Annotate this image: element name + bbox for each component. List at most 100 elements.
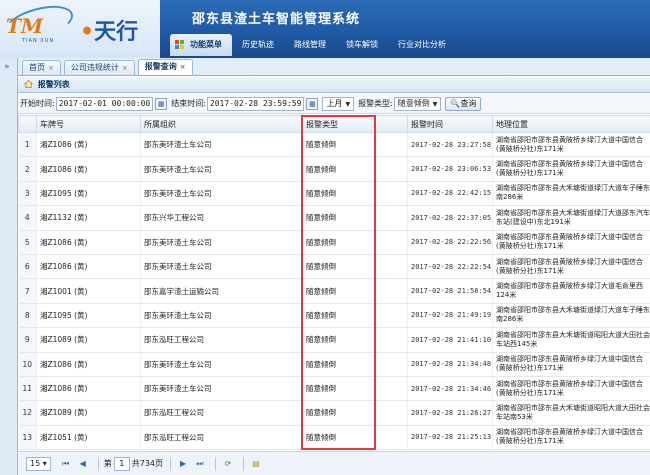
search-icon: 🔍 xyxy=(450,98,461,108)
alarm-type-select[interactable]: 随意倾倒 ▼ xyxy=(393,96,442,111)
table-row[interactable]: 9 湘Z1089 (黄) 邵东泓旺工程公司 随意倾倒 2017-02-28 21:41:… xyxy=(18,327,650,353)
date-range-select[interactable]: 上月 ▼ xyxy=(322,96,355,111)
row-index: 9 xyxy=(18,327,37,353)
column-header-location[interactable]: 地理位置 xyxy=(492,115,650,133)
table-row[interactable]: 11 湘Z1086 (黄) 邵东美环渣土车公司 随意倾倒 2017-02-28 21:3… xyxy=(18,376,650,402)
close-icon[interactable]: × xyxy=(180,63,186,71)
alarm-time-cell: 2017-02-28 23:27:58 xyxy=(407,132,493,158)
row-index: 10 xyxy=(18,352,37,377)
column-header-organization[interactable]: 所属组织 xyxy=(140,115,303,133)
location-cell: 湖南省邵阳市邵东县黄陂桥乡绿汀大道中国信合(黄陂桥分社)东171米 xyxy=(492,132,650,158)
column-header-index xyxy=(18,115,37,133)
table-row[interactable]: 10 湘Z1086 (黄) 邵东美环渣土车公司 随意倾倒 2017-02-28 21:3… xyxy=(18,352,650,377)
menu-item-history-track[interactable]: 历史轨迹 xyxy=(232,34,284,56)
start-time-input[interactable]: 2017-02-01 00:00:00 xyxy=(55,96,154,111)
calendar-icon[interactable]: ▦ xyxy=(155,97,168,110)
next-page-icon[interactable]: ▶ xyxy=(176,457,190,471)
menu-item-lock-unlock[interactable]: 锁车解锁 xyxy=(336,34,388,56)
table-row[interactable]: 13 湘Z1051 (黄) 邵东泓旺工程公司 随意倾倒 2017-02-28 21:25… xyxy=(18,425,650,450)
table-row[interactable]: 2 湘Z1086 (黄) 邵东美环渣土车公司 随意倾倒 2017-02-28 23:06… xyxy=(18,156,650,182)
first-page-icon[interactable]: ⏮ xyxy=(59,457,73,471)
prev-page-icon[interactable]: ◀ xyxy=(76,457,90,471)
table-row[interactable]: 6 湘Z1086 (黄) 邵东美环渣土车公司 随意倾倒 2017-02-28 22:22… xyxy=(18,254,650,280)
page-size-select[interactable]: 15 ▾ xyxy=(26,456,51,471)
row-index: 5 xyxy=(18,230,37,255)
table-row[interactable]: 5 湘Z1086 (黄) 邵东美环渣土车公司 随意倾倒 2017-02-28 22:22… xyxy=(18,230,650,255)
menu-item-industry-analysis[interactable]: 行业对比分析 xyxy=(388,34,456,56)
plate-cell: 湘Z1086 (黄) xyxy=(36,352,141,377)
organization-cell: 邵东泓旺工程公司 xyxy=(140,327,303,353)
row-index: 4 xyxy=(18,205,37,231)
alarm-time-cell: 2017-02-28 21:26:27 xyxy=(407,400,493,426)
menu-item-function[interactable]: 功能菜单 xyxy=(170,34,232,56)
location-cell: 湖南省邵阳市邵东县黄陂桥乡绿汀大道中国信合(黄陂桥分社)东171米 xyxy=(492,230,650,255)
logo-brand-dot: • xyxy=(80,19,95,45)
alarm-type-label: 报警类型: xyxy=(358,99,393,108)
organization-cell: 邵东嘉宇渣土运输公司 xyxy=(140,278,303,304)
location-cell: 湖南省邵阳市邵东县黄陂桥乡绿汀大道毛俞里西124米 xyxy=(492,278,650,304)
alarm-time-cell: 2017-02-28 22:22:56 xyxy=(407,230,493,255)
organization-cell: 邵东美环渣土车公司 xyxy=(140,352,303,377)
table-row[interactable]: 1 湘Z1086 (黄) 邵东美环渣土车公司 随意倾倒 2017-02-28 23:27… xyxy=(18,132,650,158)
location-cell: 湖南省邵阳市邵东县黄陂桥乡绿汀大道中国信合(黄陂桥分社)东171米 xyxy=(492,352,650,377)
chevron-down-icon: ▼ xyxy=(345,100,351,108)
organization-cell: 邵东美环渣土车公司 xyxy=(140,376,303,402)
alarm-time-cell: 2017-02-28 22:42:15 xyxy=(407,181,493,207)
plate-cell: 湘Z1095 (黄) xyxy=(36,181,141,207)
windows-grid-icon xyxy=(175,40,185,50)
tab-label: 报警查询 xyxy=(144,62,177,71)
table-header-row: 车牌号 所属组织 报警类型 报警时间 地理位置 xyxy=(18,115,650,133)
table-row[interactable]: 4 湘Z1132 (黄) 邵东兴华工程公司 随意倾倒 2017-02-28 22:37:… xyxy=(18,205,650,231)
row-index: 2 xyxy=(18,156,37,182)
date-range-value: 上月 xyxy=(326,98,343,108)
alarm-time-cell: 2017-02-28 22:22:54 xyxy=(407,254,493,280)
alarm-type-cell: 随意倾倒 xyxy=(302,327,408,353)
query-button[interactable]: 🔍查询 xyxy=(445,96,482,111)
table-row[interactable]: 7 湘Z1001 (黄) 邵东嘉宇渣土运输公司 随意倾倒 2017-02-28 21:5… xyxy=(18,278,650,304)
last-page-icon[interactable]: ⏭ xyxy=(193,457,207,471)
pager-separator xyxy=(243,456,245,471)
close-icon[interactable]: × xyxy=(122,64,128,72)
location-cell: 湖南省邵阳市邵东县黄陂桥乡绿汀大道中国信合(黄陂桥分社)东171米 xyxy=(492,425,650,450)
alarm-type-cell: 随意倾倒 xyxy=(302,132,408,158)
location-cell: 湖南省邵阳市邵东县大禾塘街道昭阳大道大田社会车站西145米 xyxy=(492,327,650,353)
column-header-alarm-type[interactable]: 报警类型 xyxy=(302,115,408,133)
expand-sidebar-icon[interactable]: » xyxy=(4,62,10,72)
calendar-icon[interactable]: ▦ xyxy=(306,97,319,110)
plate-cell: 湘Z1086 (黄) xyxy=(36,156,141,182)
alarm-table: 车牌号 所属组织 报警类型 报警时间 地理位置 1 湘Z1086 (黄) 邵东美环渣… xyxy=(18,115,650,450)
row-index: 8 xyxy=(18,303,37,329)
logo-brand-sub: TIAN XUN xyxy=(22,38,55,44)
refresh-icon[interactable]: ⟳ xyxy=(221,457,235,471)
page-number-input[interactable]: 1 xyxy=(113,456,130,471)
alarm-type-cell: 随意倾倒 xyxy=(302,278,408,304)
tab-home[interactable]: 首页 × xyxy=(22,60,61,75)
app-title: 邵东县渣土车智能管理系统 xyxy=(192,12,361,27)
close-icon[interactable]: × xyxy=(48,64,54,72)
logo-brand-right: •天行 xyxy=(80,14,138,46)
tab-label: 公司违规统计 xyxy=(70,63,119,72)
home-icon xyxy=(24,78,33,88)
pager-separator xyxy=(97,456,99,471)
tab-company-violation-stats[interactable]: 公司违规统计 × xyxy=(63,60,135,75)
alarm-type-cell: 随意倾倒 xyxy=(302,254,408,280)
alarm-time-cell: 2017-02-28 21:34:46 xyxy=(407,376,493,402)
menu-item-route-management[interactable]: 路线管理 xyxy=(284,34,336,56)
plate-cell: 湘Z1089 (黄) xyxy=(36,327,141,353)
sidebar-collapse-strip[interactable]: » xyxy=(0,58,18,475)
page-label: 第 xyxy=(103,459,112,468)
table-row[interactable]: 12 湘Z1089 (黄) 邵东泓旺工程公司 随意倾倒 2017-02-28 21:26… xyxy=(18,400,650,426)
table-row[interactable]: 3 湘Z1095 (黄) 邵东美环渣土车公司 随意倾倒 2017-02-28 22:42… xyxy=(18,181,650,207)
alarm-time-cell: 2017-02-28 23:06:53 xyxy=(407,156,493,182)
location-cell: 湖南省邵阳市邵东县大禾塘街道绿汀大道车子睡东南286米 xyxy=(492,181,650,207)
alarm-time-cell: 2017-02-28 21:58:54 xyxy=(407,278,493,304)
end-time-label: 结束时间: xyxy=(171,99,206,108)
alarm-time-cell: 2017-02-28 21:25:13 xyxy=(407,425,493,450)
tab-alarm-query[interactable]: 报警查询 × xyxy=(137,59,193,75)
column-header-plate[interactable]: 车牌号 xyxy=(36,115,141,133)
row-index: 12 xyxy=(18,400,37,426)
end-time-input[interactable]: 2017-02-28 23:59:59 xyxy=(206,96,305,111)
export-icon[interactable]: ▤ xyxy=(249,457,263,471)
column-header-alarm-time[interactable]: 报警时间 xyxy=(407,115,493,133)
table-row[interactable]: 8 湘Z1095 (黄) 邵东美环渣土车公司 随意倾倒 2017-02-28 21:49… xyxy=(18,303,650,329)
